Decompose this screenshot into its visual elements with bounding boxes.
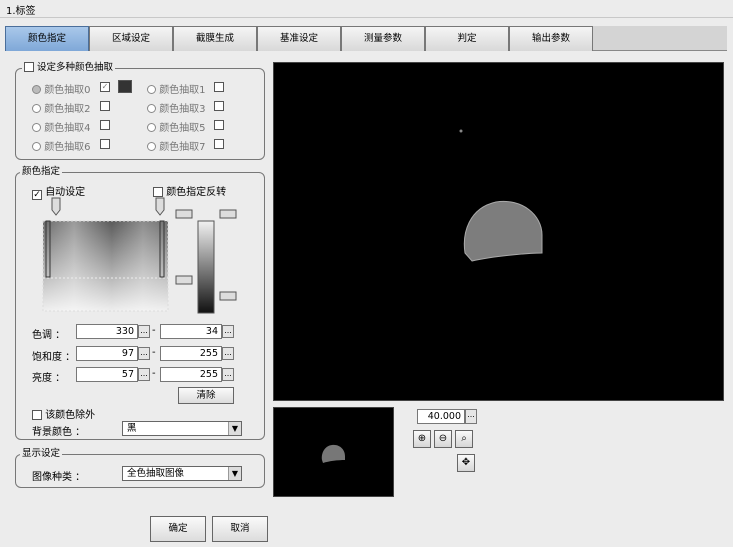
color-extract-4-radio[interactable] (32, 123, 41, 132)
image-type-label: 图像种类 ： (32, 472, 86, 483)
hue-min-input[interactable]: 330 (76, 324, 138, 339)
exclude-color-checkbox[interactable] (32, 410, 42, 420)
image-type-select[interactable]: 全色抽取图像 ▼ (122, 466, 242, 481)
saturation-max-input[interactable]: 255 (160, 346, 222, 361)
hue-range-separator: - (152, 325, 156, 336)
brightness-max-input[interactable]: 255 (160, 367, 222, 382)
color-extract-0-row: 颜色抽取0 (32, 81, 152, 96)
color-extract-7-checkbox[interactable] (214, 139, 224, 149)
color-extract-6-radio[interactable] (32, 142, 41, 151)
color-extract-1-radio[interactable] (147, 85, 156, 94)
background-color-select[interactable]: 黑 ▼ (122, 421, 242, 436)
ok-button[interactable]: 确定 (150, 516, 206, 542)
exclude-color-label: 该颜色除外 (45, 410, 96, 421)
chevron-down-icon: ▼ (228, 467, 241, 480)
color-extract-7-label: 颜色抽取7 (159, 142, 206, 153)
color-extract-3-radio[interactable] (147, 104, 156, 113)
image-type-value: 全色抽取图像 (127, 468, 185, 479)
multi-color-group-header: 设定多种颜色抽取 (22, 62, 116, 74)
exclude-color-row: 该颜色除外 (32, 406, 95, 421)
brightness-min-browse-button[interactable]: ... (138, 368, 150, 381)
brightness-bar[interactable] (174, 206, 240, 314)
color-extract-5-radio[interactable] (147, 123, 156, 132)
color-extract-6-label: 颜色抽取6 (44, 142, 91, 153)
clear-button[interactable]: 清除 (178, 387, 234, 404)
zoom-full-icon: ✥ (461, 457, 471, 468)
window-title: 1.标签 (6, 6, 36, 17)
color-extract-2-checkbox[interactable] (100, 101, 110, 111)
color-extract-5-checkbox[interactable] (214, 120, 224, 130)
color-extract-7-radio[interactable] (147, 142, 156, 151)
multi-color-checkbox[interactable] (24, 62, 34, 72)
saturation-max-browse-button[interactable]: ... (222, 347, 234, 360)
saturation-label: 饱和度 ： (32, 352, 76, 363)
color-extract-3-checkbox[interactable] (214, 101, 224, 111)
color-extract-1-label: 颜色抽取1 (159, 85, 206, 96)
hue-max-browse-button[interactable]: ... (222, 325, 234, 338)
tab-output-params[interactable]: 输出参数 (509, 26, 593, 51)
thumbnail-image (321, 444, 345, 463)
brightness-min-input[interactable]: 57 (76, 367, 138, 382)
saturation-min-browse-button[interactable]: ... (138, 347, 150, 360)
background-color-value: 黑 (127, 423, 137, 434)
color-extract-6-row: 颜色抽取6 (32, 138, 91, 153)
color-extract-5-label: 颜色抽取5 (159, 123, 206, 134)
title-divider (0, 17, 733, 18)
color-extract-3-label: 颜色抽取3 (159, 104, 206, 115)
color-extract-4-label: 颜色抽取4 (44, 123, 91, 134)
zoom-out-button[interactable]: ⊖ (434, 430, 452, 448)
thumbnail-viewer[interactable] (273, 407, 394, 497)
tab-color-spec[interactable]: 颜色指定 (5, 26, 89, 51)
zoom-browse-button[interactable]: ... (465, 409, 477, 424)
brightness-max-browse-button[interactable]: ... (222, 368, 234, 381)
image-viewer[interactable] (273, 62, 724, 401)
saturation-min-input[interactable]: 97 (76, 346, 138, 361)
zoom-fit-button[interactable]: ⌕ (455, 430, 473, 448)
color-extract-4-row: 颜色抽取4 (32, 119, 91, 134)
zoom-full-button[interactable]: ✥ (457, 454, 475, 472)
hue-min-browse-button[interactable]: ... (138, 325, 150, 338)
color-extract-1-row: 颜色抽取1 (147, 81, 206, 96)
zoom-in-icon: ⊕ (417, 433, 427, 444)
tab-region-setting[interactable]: 区域设定 (89, 26, 173, 51)
tab-mask-generation[interactable]: 截膜生成 (173, 26, 257, 51)
color-extract-0-label: 颜色抽取0 (44, 85, 91, 96)
color-extract-3-row: 颜色抽取3 (147, 100, 206, 115)
color-extract-2-label: 颜色抽取2 (44, 104, 91, 115)
tab-bar: 颜色指定 区域设定 截膜生成 基准设定 测量参数 判定 输出参数 (5, 26, 727, 51)
tab-measurement-params[interactable]: 测量参数 (341, 26, 425, 51)
background-color-label: 背景颜色 ： (32, 427, 86, 438)
hue-max-input[interactable]: 34 (160, 324, 222, 339)
hue-label: 色调 ： (32, 330, 66, 341)
multi-color-label: 设定多种颜色抽取 (37, 62, 114, 73)
color-extract-7-row: 颜色抽取7 (147, 138, 206, 153)
color-extract-5-row: 颜色抽取5 (147, 119, 206, 134)
tab-judgement[interactable]: 判定 (425, 26, 509, 51)
extracted-image (459, 129, 543, 262)
color-extract-0-checkbox[interactable]: ✓ (100, 82, 110, 92)
zoom-in-button[interactable]: ⊕ (413, 430, 431, 448)
zoom-fit-icon: ⌕ (461, 433, 467, 444)
zoom-out-icon: ⊖ (438, 433, 448, 444)
color-extract-2-row: 颜色抽取2 (32, 100, 91, 115)
zoom-value-input[interactable]: 40.000 (417, 409, 465, 424)
brightness-label: 亮度 ： (32, 373, 66, 384)
color-extract-2-radio[interactable] (32, 104, 41, 113)
cancel-button[interactable]: 取消 (212, 516, 268, 542)
tab-reference-setting[interactable]: 基准设定 (257, 26, 341, 51)
color-extract-4-checkbox[interactable] (100, 120, 110, 130)
display-settings-title: 显示设定 (20, 448, 63, 460)
saturation-range-separator: - (152, 347, 156, 358)
hue-left-slider-handle[interactable] (38, 196, 66, 218)
color-spec-title: 颜色指定 (20, 166, 63, 178)
color-extract-1-checkbox[interactable] (214, 82, 224, 92)
color-extract-6-checkbox[interactable] (100, 139, 110, 149)
brightness-range-separator: - (152, 368, 156, 379)
chevron-down-icon: ▼ (228, 422, 241, 435)
color-swatch (118, 80, 132, 93)
color-extract-0-radio[interactable] (32, 85, 41, 94)
